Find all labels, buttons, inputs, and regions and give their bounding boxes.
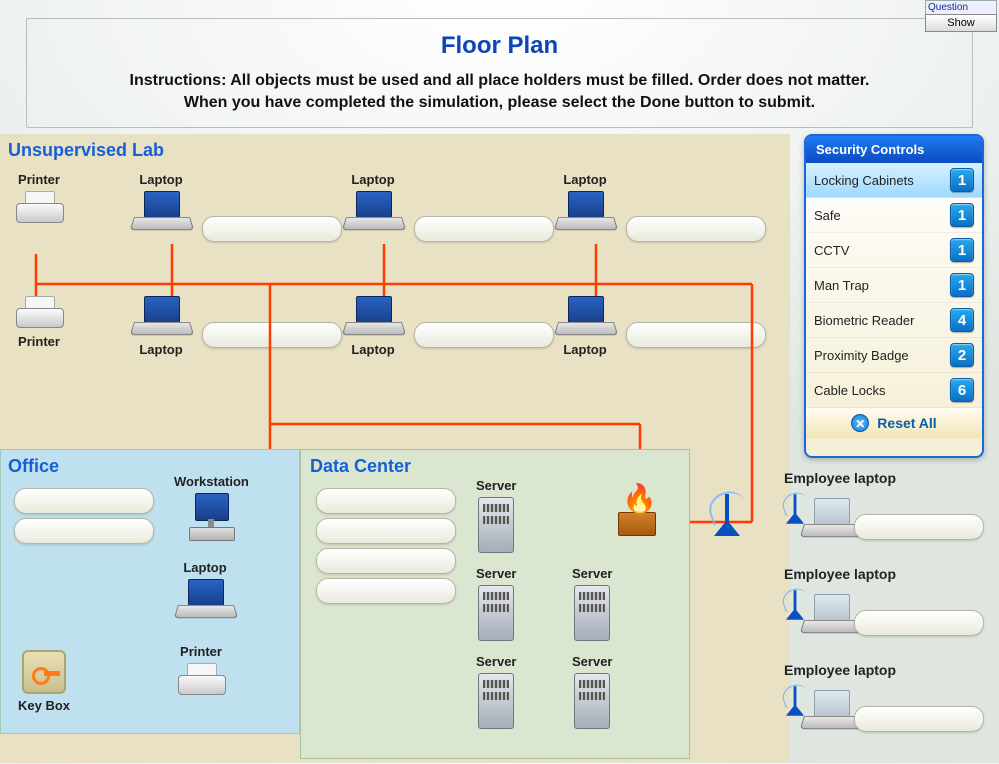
drop-slot[interactable] bbox=[414, 322, 554, 348]
device-label-printer: Printer bbox=[6, 172, 72, 187]
reset-all-button[interactable]: ✕ Reset All bbox=[806, 408, 982, 438]
security-control-name: Proximity Badge bbox=[814, 348, 909, 363]
device-label-employee-laptop: Employee laptop bbox=[784, 566, 984, 582]
wifi-icon bbox=[786, 686, 804, 715]
security-controls-panel: Security Controls Locking Cabinets 1 Safe 1… bbox=[804, 134, 984, 458]
device-label-server: Server bbox=[476, 654, 516, 669]
drop-slot[interactable] bbox=[316, 488, 456, 514]
device-label-server: Server bbox=[572, 566, 612, 581]
drop-slot[interactable] bbox=[414, 216, 554, 242]
security-control-count: 1 bbox=[950, 238, 974, 262]
question-label: Question bbox=[925, 0, 997, 14]
device-label-laptop: Laptop bbox=[558, 172, 612, 187]
instructions-line2: When you have completed the simulation, … bbox=[28, 92, 971, 114]
device-label-server: Server bbox=[572, 654, 612, 669]
device-label-laptop: Laptop bbox=[178, 560, 232, 575]
drop-slot[interactable] bbox=[316, 578, 456, 604]
wifi-icon bbox=[786, 494, 804, 523]
laptop-icon bbox=[178, 579, 232, 621]
security-control-name: Cable Locks bbox=[814, 383, 886, 398]
laptop-icon bbox=[346, 296, 400, 338]
show-button[interactable]: Show bbox=[925, 14, 997, 32]
instructions-line1: Instructions: All objects must be used a… bbox=[28, 70, 971, 92]
reset-all-label: Reset All bbox=[877, 415, 936, 431]
laptop-icon bbox=[134, 191, 188, 233]
security-control-count: 1 bbox=[950, 168, 974, 192]
laptop-icon bbox=[346, 191, 400, 233]
drop-slot[interactable] bbox=[316, 518, 456, 544]
security-control-name: Biometric Reader bbox=[814, 313, 914, 328]
security-control-item[interactable]: Biometric Reader 4 bbox=[806, 303, 982, 338]
security-control-item[interactable]: Man Trap 1 bbox=[806, 268, 982, 303]
workstation-icon bbox=[187, 493, 235, 543]
security-control-name: Locking Cabinets bbox=[814, 173, 914, 188]
laptop-icon bbox=[134, 296, 188, 338]
device-label-laptop: Laptop bbox=[558, 342, 612, 357]
device-label-employee-laptop: Employee laptop bbox=[784, 662, 984, 678]
drop-slot[interactable] bbox=[626, 216, 766, 242]
security-control-count: 4 bbox=[950, 308, 974, 332]
laptop-icon bbox=[558, 191, 612, 233]
laptop-icon bbox=[804, 498, 858, 540]
drop-slot[interactable] bbox=[854, 610, 984, 636]
security-control-item[interactable]: CCTV 1 bbox=[806, 233, 982, 268]
printer-icon bbox=[16, 296, 62, 330]
zone-title-office: Office bbox=[8, 456, 59, 477]
security-control-name: CCTV bbox=[814, 243, 849, 258]
device-label-employee-laptop: Employee laptop bbox=[784, 470, 984, 486]
employee-laptops-column: Employee laptop Employee laptop Employee… bbox=[784, 470, 984, 758]
device-label-workstation: Workstation bbox=[174, 474, 249, 489]
server-icon bbox=[478, 585, 514, 641]
drop-slot[interactable] bbox=[14, 518, 154, 544]
reset-icon: ✕ bbox=[851, 414, 869, 432]
device-label-printer: Printer bbox=[6, 334, 72, 349]
device-label-server: Server bbox=[476, 566, 516, 581]
device-label-laptop: Laptop bbox=[134, 172, 188, 187]
firewall-icon bbox=[610, 490, 662, 536]
security-control-item[interactable]: Cable Locks 6 bbox=[806, 373, 982, 408]
floor-plan: Unsupervised Lab Printer Laptop Laptop L… bbox=[0, 134, 790, 763]
device-label-server: Server bbox=[476, 478, 516, 493]
device-label-laptop: Laptop bbox=[346, 172, 400, 187]
drop-slot[interactable] bbox=[626, 322, 766, 348]
server-icon bbox=[478, 673, 514, 729]
page-title: Floor Plan bbox=[0, 32, 999, 60]
wireless-ap-icon bbox=[714, 494, 740, 536]
security-control-item[interactable]: Safe 1 bbox=[806, 198, 982, 233]
wifi-icon bbox=[786, 590, 804, 619]
server-icon bbox=[574, 585, 610, 641]
security-control-item[interactable]: Locking Cabinets 1 bbox=[806, 163, 982, 198]
device-label-keybox: Key Box bbox=[18, 698, 70, 713]
drop-slot[interactable] bbox=[202, 322, 342, 348]
security-control-name: Man Trap bbox=[814, 278, 869, 293]
laptop-icon bbox=[558, 296, 612, 338]
device-label-printer: Printer bbox=[178, 644, 224, 659]
server-icon bbox=[574, 673, 610, 729]
server-icon bbox=[478, 497, 514, 553]
security-control-count: 6 bbox=[950, 378, 974, 402]
security-control-name: Safe bbox=[814, 208, 841, 223]
zone-title-dc: Data Center bbox=[310, 456, 411, 477]
zone-title-lab: Unsupervised Lab bbox=[8, 140, 164, 161]
printer-icon bbox=[178, 663, 224, 697]
security-control-count: 2 bbox=[950, 343, 974, 367]
security-control-count: 1 bbox=[950, 273, 974, 297]
drop-slot[interactable] bbox=[202, 216, 342, 242]
device-label-laptop: Laptop bbox=[346, 342, 400, 357]
keybox-icon bbox=[22, 650, 66, 694]
laptop-icon bbox=[804, 690, 858, 732]
security-control-count: 1 bbox=[950, 203, 974, 227]
drop-slot[interactable] bbox=[854, 706, 984, 732]
drop-slot[interactable] bbox=[14, 488, 154, 514]
panel-title: Security Controls bbox=[806, 136, 982, 163]
laptop-icon bbox=[804, 594, 858, 636]
drop-slot[interactable] bbox=[854, 514, 984, 540]
printer-icon bbox=[16, 191, 62, 225]
drop-slot[interactable] bbox=[316, 548, 456, 574]
security-control-item[interactable]: Proximity Badge 2 bbox=[806, 338, 982, 373]
device-label-laptop: Laptop bbox=[134, 342, 188, 357]
